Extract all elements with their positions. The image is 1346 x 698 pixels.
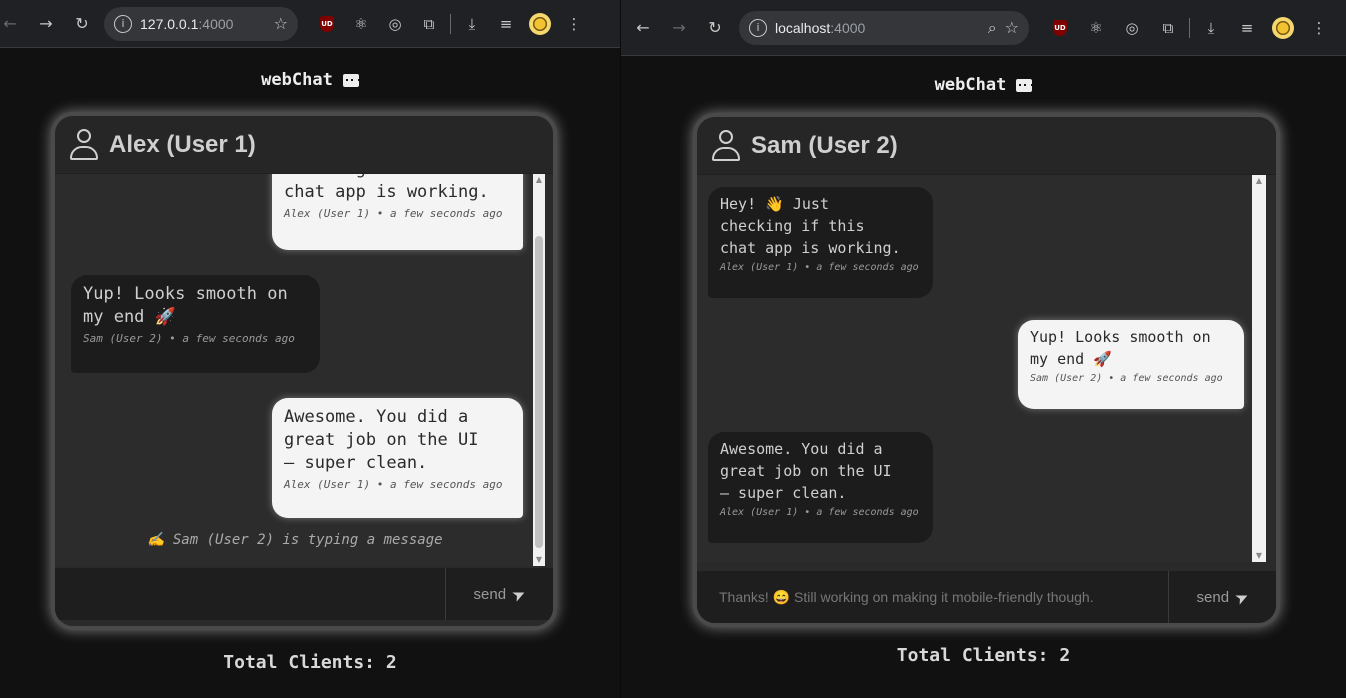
zoom-icon[interactable]: ⌕ xyxy=(988,18,997,38)
chat-panel: Sam (User 2) Hey! 👋 Just checking if thi… xyxy=(693,113,1280,627)
url-text: 127.0.0.1:4000 xyxy=(140,16,266,32)
message-meta: Alex (User 1) • a few seconds ago xyxy=(720,507,919,518)
chat-header: Alex (User 1) xyxy=(55,116,553,174)
extensions-puzzle-icon[interactable]: ⧉ xyxy=(1153,13,1183,43)
url-host: 127.0.0.1 xyxy=(140,15,199,32)
chat-user-name: Alex (User 1) xyxy=(109,130,256,158)
send-label: send xyxy=(1196,588,1230,606)
browser-toolbar: ← → ↻ i 127.0.0.1:4000 ☆ UD ⚛ ◎ ⧉ ⤓ ≡ ⋮ xyxy=(0,0,620,48)
site-info-icon[interactable]: i xyxy=(749,18,767,37)
message-text: Yup! Looks smooth on my end 🚀 xyxy=(1030,328,1211,368)
scroll-thumb[interactable] xyxy=(535,236,543,548)
message-scrollbar[interactable]: ▲ ▼ xyxy=(533,174,545,566)
send-button[interactable]: send ➤ xyxy=(445,568,553,620)
chat-header: Sam (User 2) xyxy=(697,117,1276,175)
scroll-up-arrow-icon[interactable]: ▲ xyxy=(533,174,545,186)
message-text: Yup! Looks smooth on my end 🚀 xyxy=(83,284,288,327)
profile-avatar[interactable] xyxy=(525,9,555,39)
target-extension-icon[interactable]: ◎ xyxy=(1117,13,1147,43)
react-devtools-icon[interactable]: ⚛ xyxy=(1081,13,1111,43)
total-clients: Total Clients: 2 xyxy=(223,652,397,673)
message-list[interactable]: Hey! 👋 Just checking if this chat app is… xyxy=(697,175,1252,562)
kebab-menu-icon[interactable]: ⋮ xyxy=(559,9,589,39)
downloads-icon[interactable]: ⤓ xyxy=(457,9,487,39)
browser-toolbar: ← → ↻ i localhost:4000 ⌕ ☆ UD ⚛ ◎ ⧉ ⤓ ≡ … xyxy=(621,0,1346,56)
media-controls-icon[interactable]: ≡ xyxy=(1232,13,1262,43)
message-bubble: checking if this chat app is working. Al… xyxy=(272,174,523,250)
message-input[interactable] xyxy=(55,568,445,620)
kebab-menu-icon[interactable]: ⋮ xyxy=(1304,13,1334,43)
url-port: :4000 xyxy=(198,15,234,32)
send-label: send xyxy=(473,585,507,603)
message-meta: Sam (User 2) • a few seconds ago xyxy=(1030,373,1223,384)
paper-plane-icon: ➤ xyxy=(1231,585,1252,609)
message-text: Hey! 👋 Just checking if this chat app is… xyxy=(720,195,901,257)
profile-avatar[interactable] xyxy=(1268,13,1298,43)
message-bubble: Awesome. You did a great job on the UI —… xyxy=(272,398,523,518)
target-extension-icon[interactable]: ◎ xyxy=(380,9,410,39)
media-controls-icon[interactable]: ≡ xyxy=(491,9,521,39)
user-icon xyxy=(69,128,99,161)
url-text: localhost:4000 xyxy=(775,20,980,36)
paper-plane-icon: ➤ xyxy=(508,582,529,606)
forward-icon[interactable]: → xyxy=(663,12,695,44)
app-title-text: webChat xyxy=(934,75,1007,95)
back-icon[interactable]: ← xyxy=(0,8,26,40)
bookmark-star-icon[interactable]: ☆ xyxy=(274,14,288,33)
message-bubble: Yup! Looks smooth on my end 🚀 Sam (User … xyxy=(71,275,320,373)
chat-user-name: Sam (User 2) xyxy=(751,131,898,159)
message-meta: Alex (User 1) • a few seconds ago xyxy=(284,478,503,491)
chat-panel: Alex (User 1) checking if this chat app … xyxy=(51,112,557,630)
browser-window-right: ← → ↻ i localhost:4000 ⌕ ☆ UD ⚛ ◎ ⧉ ⤓ ≡ … xyxy=(621,0,1346,698)
url-port: :4000 xyxy=(830,19,866,36)
site-info-icon[interactable]: i xyxy=(114,14,132,33)
message-meta: Alex (User 1) • a few seconds ago xyxy=(284,207,503,220)
total-clients: Total Clients: 2 xyxy=(896,645,1071,666)
react-devtools-icon[interactable]: ⚛ xyxy=(346,9,376,39)
app-title: webChat xyxy=(0,70,620,90)
send-button[interactable]: send ➤ xyxy=(1168,571,1276,623)
forward-icon[interactable]: → xyxy=(30,8,62,40)
message-list[interactable]: checking if this chat app is working. Al… xyxy=(55,174,533,566)
url-host: localhost xyxy=(775,19,831,36)
message-scrollbar[interactable]: ▲ ▼ xyxy=(1252,175,1266,562)
browser-window-left: ← → ↻ i 127.0.0.1:4000 ☆ UD ⚛ ◎ ⧉ ⤓ ≡ ⋮ … xyxy=(0,0,620,698)
address-bar[interactable]: i localhost:4000 ⌕ ☆ xyxy=(739,10,1029,45)
ublock-icon[interactable]: UD xyxy=(1045,13,1075,43)
toolbar-separator xyxy=(450,13,451,34)
message-meta: Sam (User 2) • a few seconds ago xyxy=(83,332,295,345)
address-bar[interactable]: i 127.0.0.1:4000 ☆ xyxy=(104,6,298,41)
message-text: Awesome. You did a great job on the UI —… xyxy=(720,440,892,502)
bookmark-star-icon[interactable]: ☆ xyxy=(1005,18,1019,37)
typing-indicator: ✍ Sam (User 2) is typing a message xyxy=(147,532,443,548)
composer: Thanks! 😄 Still working on making it mob… xyxy=(697,571,1276,623)
scroll-down-arrow-icon[interactable]: ▼ xyxy=(533,554,545,566)
scroll-down-arrow-icon[interactable]: ▼ xyxy=(1252,550,1266,562)
ublock-icon[interactable]: UD xyxy=(312,9,342,39)
message-text: Awesome. You did a great job on the UI —… xyxy=(284,407,479,473)
back-icon[interactable]: ← xyxy=(627,12,659,44)
message-text: checking if this chat app is working. xyxy=(284,174,489,202)
extensions-puzzle-icon[interactable]: ⧉ xyxy=(414,9,444,39)
app-title-text: webChat xyxy=(261,70,333,90)
message-input[interactable]: Thanks! 😄 Still working on making it mob… xyxy=(697,571,1168,623)
reload-icon[interactable]: ↻ xyxy=(66,8,98,40)
reload-icon[interactable]: ↻ xyxy=(699,12,731,44)
message-meta: Alex (User 1) • a few seconds ago xyxy=(720,262,919,273)
message-bubble: Hey! 👋 Just checking if this chat app is… xyxy=(708,187,933,298)
message-bubble: Yup! Looks smooth on my end 🚀 Sam (User … xyxy=(1018,320,1244,409)
toolbar-separator xyxy=(1189,17,1190,38)
chat-bubble-icon xyxy=(1016,78,1034,92)
downloads-icon[interactable]: ⤓ xyxy=(1196,13,1226,43)
scroll-up-arrow-icon[interactable]: ▲ xyxy=(1252,175,1266,187)
user-icon xyxy=(711,129,741,162)
composer: send ➤ xyxy=(55,568,553,620)
message-bubble: Awesome. You did a great job on the UI —… xyxy=(708,432,933,543)
app-title: webChat xyxy=(621,75,1346,95)
chat-bubble-icon xyxy=(342,73,360,87)
